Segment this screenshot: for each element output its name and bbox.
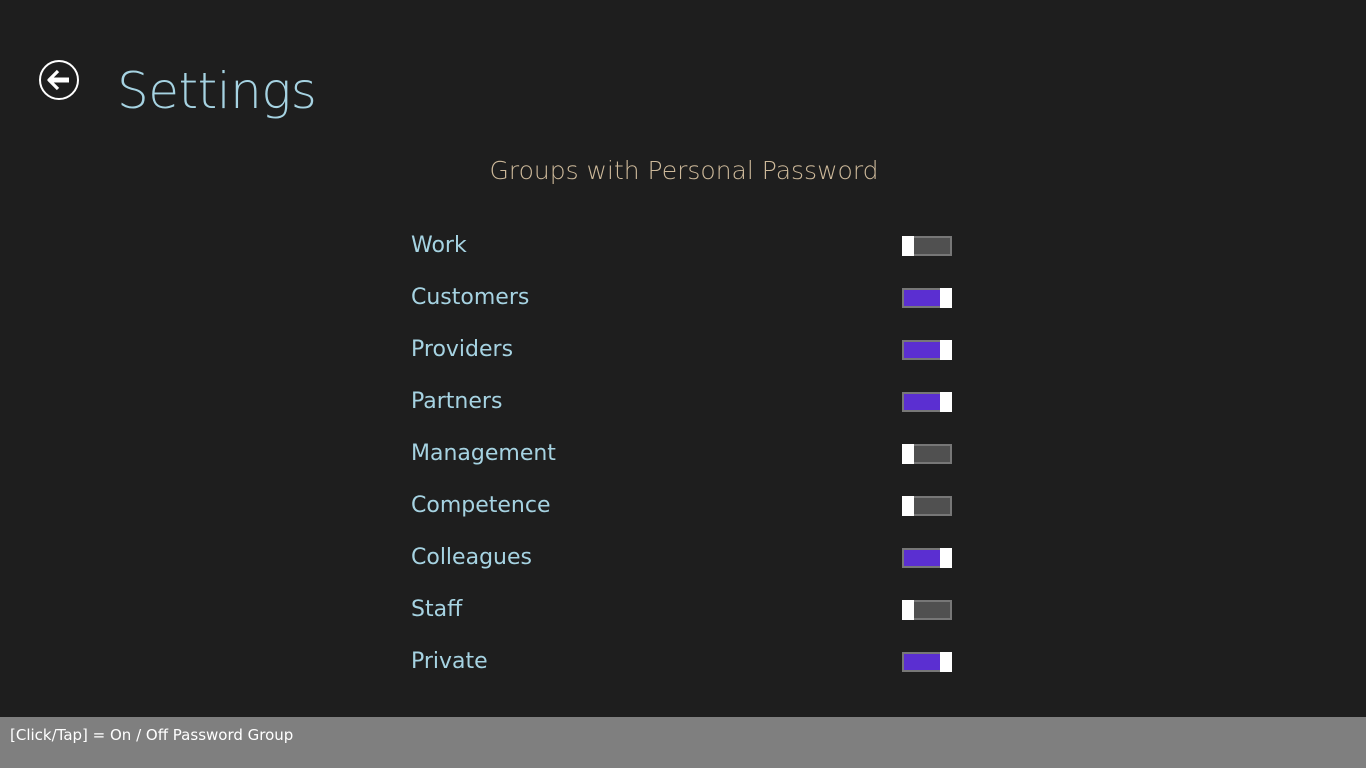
group-label: Staff [411,597,463,622]
group-row: Colleagues [411,540,956,592]
group-row: Staff [411,592,956,644]
group-row: Private [411,644,956,696]
group-label: Customers [411,285,530,310]
back-arrow-icon [47,69,69,91]
group-row: Customers [411,280,956,332]
group-label: Management [411,441,556,466]
app-bar: [Click/Tap] = On / Off Password Group [0,717,1366,768]
settings-page: Settings Groups with Personal Password W… [0,0,1366,768]
group-label: Partners [411,389,503,414]
group-list: Work Customers Providers Partners Manage… [411,228,956,696]
group-row: Partners [411,384,956,436]
group-toggle[interactable] [902,496,952,516]
page-title: Settings [117,62,317,120]
group-label: Providers [411,337,514,362]
group-row: Competence [411,488,956,540]
group-toggle[interactable] [902,288,952,308]
group-toggle[interactable] [902,392,952,412]
group-label: Colleagues [411,545,532,570]
group-row: Providers [411,332,956,384]
group-label: Work [411,233,467,258]
group-row: Work [411,228,956,280]
group-toggle[interactable] [902,548,952,568]
back-button[interactable] [39,60,79,100]
toggle-thumb [902,236,914,256]
section-title: Groups with Personal Password [489,156,879,185]
group-toggle[interactable] [902,340,952,360]
app-bar-hint: [Click/Tap] = On / Off Password Group [10,726,294,744]
group-label: Competence [411,493,551,518]
toggle-thumb [940,392,952,412]
toggle-thumb [902,444,914,464]
toggle-thumb [940,548,952,568]
toggle-thumb [940,288,952,308]
toggle-thumb [902,600,914,620]
toggle-thumb [940,340,952,360]
group-label: Private [411,649,488,674]
group-toggle[interactable] [902,600,952,620]
group-row: Management [411,436,956,488]
group-toggle[interactable] [902,652,952,672]
toggle-thumb [902,496,914,516]
toggle-thumb [940,652,952,672]
group-toggle[interactable] [902,236,952,256]
group-toggle[interactable] [902,444,952,464]
